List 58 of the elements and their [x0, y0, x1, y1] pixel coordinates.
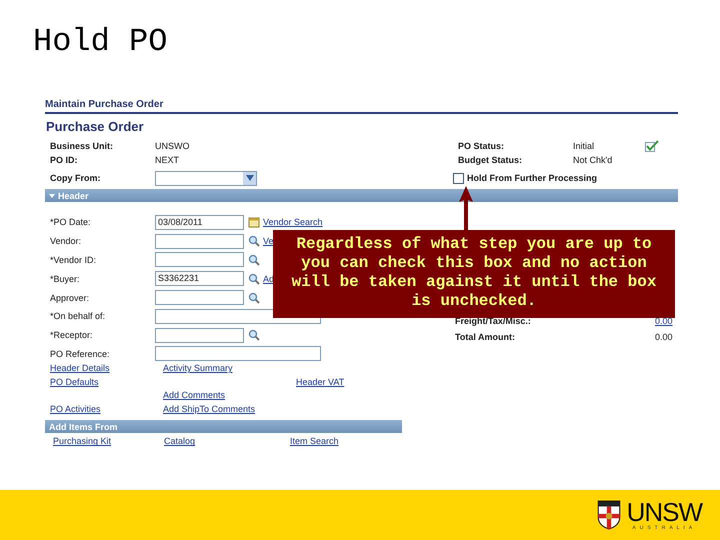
- link[interactable]: Add ShipTo Comments: [163, 404, 296, 414]
- input-field[interactable]: [155, 252, 244, 268]
- arrow: [459, 186, 473, 232]
- field-label: Vendor:: [50, 236, 82, 246]
- link[interactable]: Activity Summary: [163, 363, 296, 374]
- link[interactable]: Ve: [263, 236, 274, 246]
- dropdown[interactable]: [155, 170, 257, 186]
- link[interactable]: Catalog: [164, 436, 290, 446]
- field-label: *Buyer:: [50, 274, 81, 284]
- field-value: NEXT: [155, 155, 180, 165]
- hold-checkbox[interactable]: [453, 172, 464, 184]
- slide-title: Hold PO: [32, 22, 168, 62]
- field-label: Approver:: [50, 292, 90, 303]
- link[interactable]: 0.00: [655, 316, 675, 326]
- crest-icon: [596, 500, 621, 530]
- field-label: Freight/Tax/Misc.:: [455, 316, 532, 326]
- field-label: PO Reference:: [50, 348, 111, 359]
- search-icon: [248, 272, 260, 285]
- field-label: PO Status:: [458, 141, 506, 151]
- field-label: Copy From:: [50, 173, 102, 183]
- caret-icon: [246, 175, 254, 181]
- input-field[interactable]: S3362231: [155, 271, 244, 286]
- link[interactable]: PO Defaults: [50, 376, 163, 387]
- field-label: *On behalf of:: [50, 311, 106, 322]
- section-header: Add Items From: [45, 420, 402, 434]
- search-icon: [248, 254, 260, 266]
- field-label: *PO Date:: [50, 217, 92, 228]
- link[interactable]: PO Activities: [50, 404, 163, 414]
- breadcrumb: Maintain Purchase Order: [45, 96, 678, 114]
- field-label: Budget Status:: [458, 155, 523, 165]
- search-icon: [248, 329, 260, 342]
- calendar-icon: [248, 216, 260, 228]
- link[interactable]: Header VAT: [296, 376, 678, 387]
- field-label: PO ID:: [50, 155, 79, 165]
- input-field[interactable]: [155, 346, 321, 362]
- search-icon: [248, 235, 260, 248]
- page-heading: Purchase Order: [45, 118, 145, 136]
- link[interactable]: Vendor Search: [263, 217, 323, 228]
- field-label: *Receptor:: [50, 330, 94, 340]
- field-label: *Vendor ID:: [50, 254, 98, 265]
- link[interactable]: Item Search: [290, 436, 678, 446]
- field-value: UNSWO: [155, 141, 190, 151]
- logo-text: UNSW: [626, 499, 702, 525]
- link[interactable]: Add Comments: [163, 390, 296, 400]
- field-label: Total Amount:: [455, 332, 516, 342]
- checkbox-label: Hold From Further Processing: [467, 173, 598, 183]
- input-field[interactable]: [155, 234, 244, 249]
- search-icon: [248, 292, 260, 304]
- link[interactable]: Header Details: [50, 363, 163, 374]
- field-value: Initial: [573, 141, 596, 151]
- field-label: Business Unit:: [50, 141, 114, 151]
- input-field[interactable]: [155, 290, 244, 306]
- input-field[interactable]: 03/08/2011: [155, 214, 244, 230]
- field-value: 0.00: [655, 332, 674, 342]
- link[interactable]: Purchasing Kit: [53, 436, 164, 446]
- field-value: Not Chk'd: [573, 155, 614, 165]
- callout-tooltip: Regardless of what step you are up to you can check this box and no action will be taken against it until the box is unchecked.: [273, 230, 675, 318]
- input-field[interactable]: [155, 328, 244, 343]
